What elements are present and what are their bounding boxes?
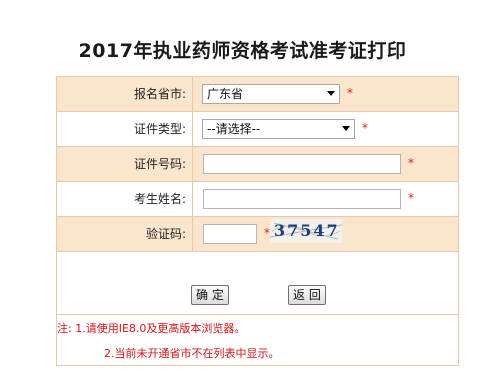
chevron-down-icon [342, 126, 350, 131]
captcha-label: 验证码: [57, 217, 193, 251]
captcha-image[interactable]: 37547 [270, 219, 342, 243]
province-label: 报名省市: [57, 77, 193, 111]
captcha-text: 37547 [274, 221, 340, 240]
id-number-input[interactable] [203, 154, 401, 174]
divider [57, 314, 458, 315]
back-button[interactable]: 返 回 [288, 285, 326, 305]
note-line-2: 2.当前未开通省市不在列表中显示。 [104, 347, 280, 360]
id-type-selected-value: --请选择-- [207, 122, 261, 136]
id-type-label: 证件类型: [57, 112, 193, 146]
id-number-row: 证件号码: * [57, 147, 458, 182]
name-row: 考生姓名: * [57, 182, 458, 217]
province-selected-value: 广东省 [207, 87, 244, 101]
required-mark: * [408, 191, 414, 205]
id-number-label: 证件号码: [57, 147, 193, 181]
required-mark: * [408, 156, 414, 170]
chevron-down-icon [327, 91, 335, 96]
captcha-input[interactable] [203, 224, 257, 244]
name-input[interactable] [203, 189, 401, 209]
confirm-button[interactable]: 确 定 [191, 285, 229, 305]
id-type-select[interactable]: --请选择-- [202, 119, 355, 139]
page-title: 2017年执业药师资格考试准考证打印 [78, 40, 407, 62]
name-label: 考生姓名: [57, 182, 193, 216]
required-mark: * [347, 86, 353, 100]
note-line-1: 注: 1.请使用IE8.0及更高版本浏览器。 [57, 322, 246, 335]
province-row: 报名省市: 广东省 * [57, 77, 458, 112]
id-type-row: 证件类型: --请选择-- * [57, 112, 458, 147]
admission-ticket-form: 报名省市: 广东省 * 证件类型: --请选择-- * 证件号码: * 考生姓名… [56, 76, 459, 366]
required-mark: * [362, 121, 368, 135]
province-select[interactable]: 广东省 [202, 84, 340, 104]
captcha-row: 验证码: * [57, 217, 458, 252]
